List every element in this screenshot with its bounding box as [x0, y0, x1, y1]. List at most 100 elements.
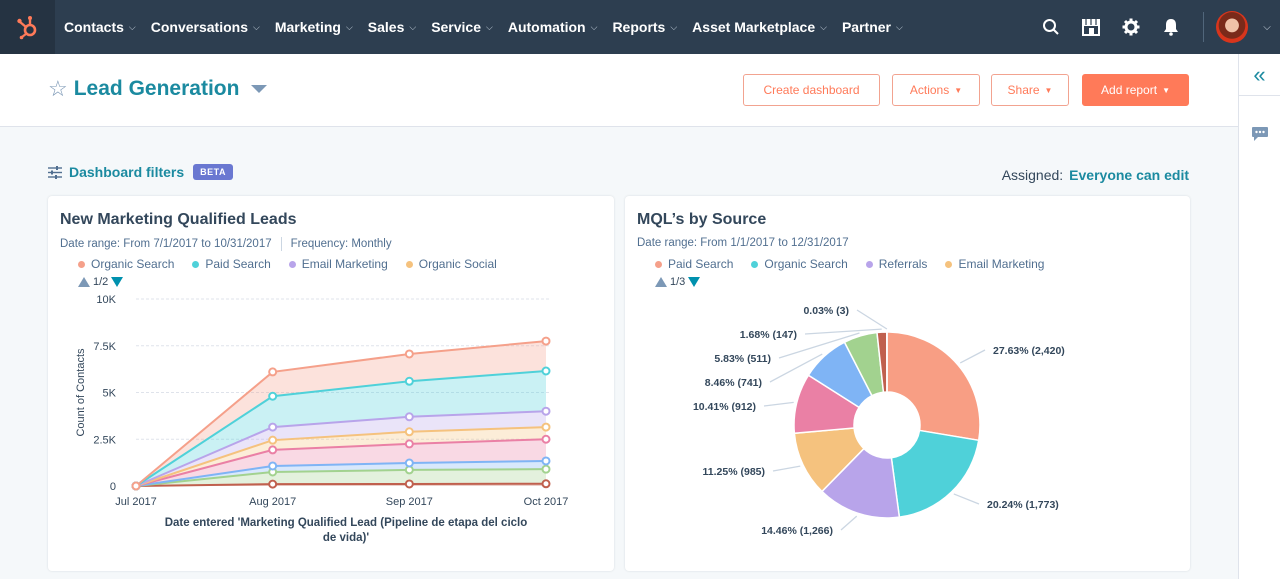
slice-data-label: 14.46% (1,266)	[761, 525, 833, 537]
chevron-down-icon: ⌵	[895, 21, 903, 32]
right-sidebar: «	[1238, 54, 1280, 579]
data-point[interactable]	[268, 445, 278, 455]
slice-data-label: 5.83% (511)	[714, 353, 771, 365]
data-point[interactable]	[541, 336, 551, 346]
x-tick-label: Jul 2017	[115, 496, 157, 508]
create-dashboard-label: Create dashboard	[763, 83, 860, 97]
actions-button[interactable]: Actions ▼	[892, 74, 980, 106]
nav-item-asset-marketplace[interactable]: Asset Marketplace ⌵	[692, 19, 827, 35]
nav-divider	[1203, 12, 1204, 42]
leader-line	[772, 465, 801, 472]
x-axis-label-line2: de vida)'	[323, 532, 369, 544]
sprocket-icon	[16, 16, 36, 40]
slice-data-label: 1.68% (147)	[740, 329, 797, 341]
data-point[interactable]	[541, 422, 551, 432]
data-point[interactable]	[268, 367, 278, 377]
x-tick-label: Oct 2017	[524, 496, 569, 508]
avatar[interactable]	[1216, 11, 1248, 43]
chevron-down-icon: ⌵	[128, 21, 136, 32]
slice-data-label: 8.46% (741)	[705, 377, 762, 389]
nav-item-marketing[interactable]: Marketing ⌵	[275, 19, 353, 35]
nav-item-label: Asset Marketplace	[692, 19, 816, 35]
data-point[interactable]	[404, 479, 414, 489]
data-point[interactable]	[268, 435, 278, 445]
chat-icon[interactable]	[1239, 126, 1280, 142]
slice-data-label: 11.25% (985)	[703, 466, 765, 478]
slice-data-label: 20.24% (1,773)	[987, 499, 1059, 511]
x-tick-label: Aug 2017	[249, 496, 296, 508]
data-point[interactable]	[541, 479, 551, 489]
marketplace-icon[interactable]	[1071, 0, 1111, 54]
data-point[interactable]	[541, 464, 551, 474]
leader-line	[840, 515, 858, 531]
nav-item-label: Automation	[507, 19, 586, 35]
settings-icon[interactable]	[1111, 0, 1151, 54]
hubspot-logo[interactable]	[0, 0, 55, 54]
assigned-value-link[interactable]: Everyone can edit	[1069, 167, 1189, 183]
dashboard-filters[interactable]: Dashboard filters BETA	[48, 164, 233, 180]
dashboard-title[interactable]: Lead Generation	[74, 77, 240, 101]
data-point[interactable]	[541, 434, 551, 444]
data-point[interactable]	[541, 456, 551, 466]
data-point[interactable]	[541, 366, 551, 376]
add-report-label: Add report	[1101, 83, 1158, 97]
chevron-down-icon: ⌵	[409, 21, 417, 32]
slice-data-label: 10.41% (912)	[693, 401, 756, 413]
nav-item-label: Sales	[367, 19, 405, 35]
area-chart: 0 2.5K 5K 7.5K 10K Count of Contacts Jul 2017 A…	[75, 294, 569, 544]
y-tick-label: 0	[110, 481, 116, 493]
nav-item-sales[interactable]: Sales ⌵	[368, 19, 416, 35]
y-axis-label: Count of Contacts	[75, 348, 87, 437]
collapse-sidebar-icon[interactable]: «	[1239, 54, 1280, 96]
data-point[interactable]	[131, 481, 141, 491]
chevron-down-icon: ⌵	[252, 21, 260, 32]
data-point[interactable]	[404, 412, 414, 422]
assigned-label: Assigned:	[1001, 167, 1064, 183]
nav-item-service[interactable]: Service ⌵	[431, 19, 493, 35]
data-point[interactable]	[404, 427, 414, 437]
nav-item-partner[interactable]: Partner ⌵	[842, 19, 903, 35]
y-tick-label: 5K	[103, 388, 117, 400]
donut-chart: 27.63% (2,420) 20.24% (1,773) 14.46% (1,26…	[693, 305, 1065, 537]
data-point[interactable]	[541, 406, 551, 416]
y-tick-label: 10K	[96, 294, 116, 306]
caret-down-icon: ▼	[1162, 85, 1170, 95]
nav-item-automation[interactable]: Automation ⌵	[508, 19, 598, 35]
nav-item-contacts[interactable]: Contacts ⌵	[64, 19, 136, 35]
data-point[interactable]	[404, 458, 414, 468]
nav-item-reports[interactable]: Reports ⌵	[612, 19, 677, 35]
nav-item-label: Reports	[612, 19, 666, 35]
data-point[interactable]	[268, 391, 278, 401]
data-point[interactable]	[268, 461, 278, 471]
add-report-button[interactable]: Add report ▼	[1082, 74, 1189, 106]
nav-utilities: ⌵	[1031, 0, 1280, 54]
nav-item-label: Contacts	[64, 19, 124, 35]
caret-down-icon: ▼	[1044, 85, 1053, 95]
dashboard-filters-label[interactable]: Dashboard filters	[69, 164, 184, 180]
data-point[interactable]	[404, 376, 414, 386]
nav-item-label: Partner	[841, 19, 891, 35]
dashboard-switcher-caret-icon[interactable]	[251, 85, 268, 93]
data-point[interactable]	[404, 439, 414, 449]
y-tick-label: 7.5K	[93, 341, 116, 353]
create-dashboard-button[interactable]: Create dashboard	[743, 74, 880, 106]
chevron-down-icon: ⌵	[590, 21, 598, 32]
nav-item-label: Service	[431, 19, 482, 35]
share-button[interactable]: Share ▼	[991, 74, 1069, 106]
caret-down-icon: ▼	[954, 85, 963, 95]
account-chevron-down-icon[interactable]: ⌵	[1254, 0, 1280, 54]
pie-slice[interactable]	[890, 429, 980, 519]
data-point[interactable]	[268, 422, 278, 432]
favorite-star-icon[interactable]: ☆	[48, 76, 68, 102]
dashboard-header: ☆ Lead Generation Create dashboard Actio…	[0, 54, 1238, 127]
search-icon[interactable]	[1031, 0, 1071, 54]
chevron-down-icon: ⌵	[486, 21, 493, 32]
top-nav: Contacts ⌵ Conversations ⌵ Marketing ⌵ Sales ⌵ S…	[0, 0, 1280, 54]
data-point[interactable]	[268, 479, 278, 489]
chevron-down-icon: ⌵	[820, 21, 827, 32]
pie-slice[interactable]	[886, 331, 981, 442]
data-point[interactable]	[404, 349, 414, 359]
report-card-mqls-by-source: MQL’s by Source Date range: From 1/1/201…	[625, 196, 1190, 571]
nav-item-conversations[interactable]: Conversations ⌵	[151, 19, 260, 35]
notifications-bell-icon[interactable]	[1151, 0, 1191, 54]
